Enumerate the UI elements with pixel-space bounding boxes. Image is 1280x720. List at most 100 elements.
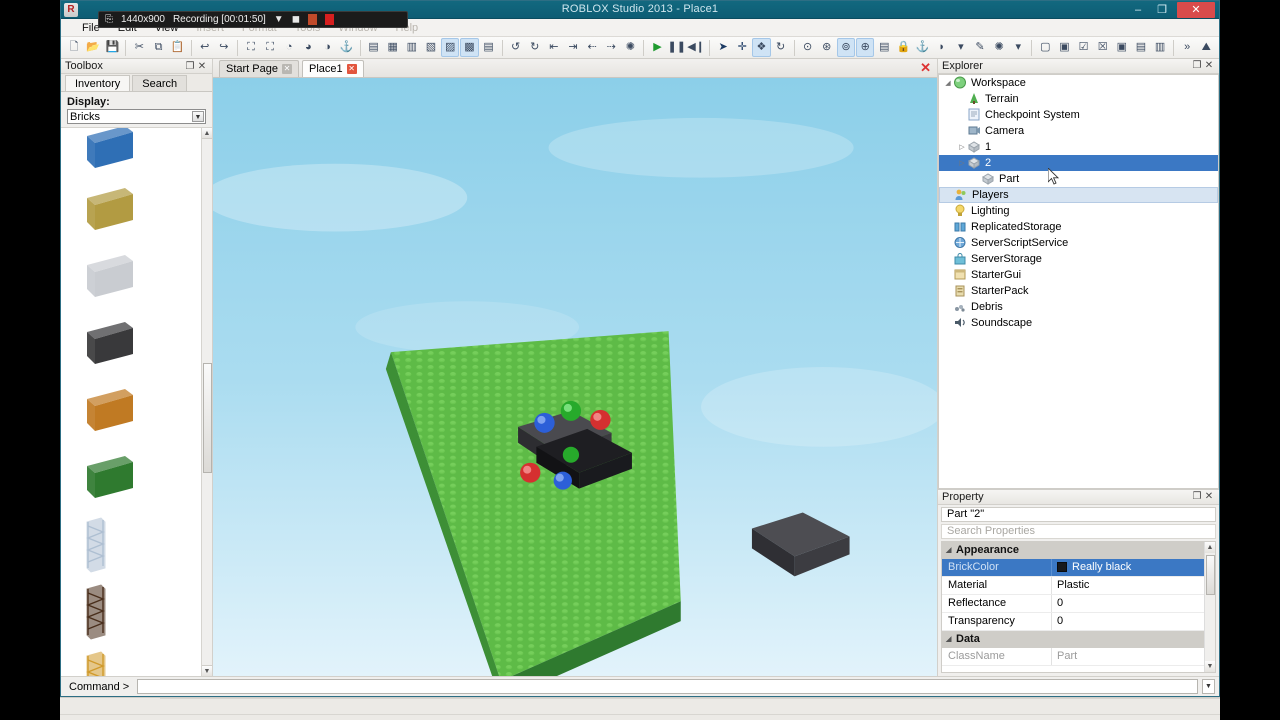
chevron-down-icon[interactable]: ▼ [274,14,284,25]
output-icon[interactable]: ▧ [422,38,440,57]
rotate-tool-icon[interactable]: ↻ [772,38,790,57]
property-float-button[interactable]: ❐ [1191,491,1203,502]
explorer-item-debris[interactable]: Debris [939,299,1218,315]
separate-icon[interactable]: ◑ [318,38,336,57]
color-picker-icon[interactable]: ◗ [933,38,951,57]
maximize-button[interactable]: ❐ [1151,2,1173,18]
property-value-cell[interactable]: Plastic [1052,579,1215,591]
surface-hinge-icon[interactable]: ▥ [1151,38,1169,57]
property-search-input[interactable]: Search Properties [941,523,1216,539]
property-value-cell[interactable]: Really black [1052,561,1215,573]
nudge-left-icon[interactable]: ⇠ [583,38,601,57]
property-grid[interactable]: ◢ Appearance BrickColor Really black Materia… [941,540,1216,673]
close-view-button[interactable]: ✕ [920,61,931,75]
silver-truss[interactable] [83,516,109,577]
play-icon[interactable]: ▶ [648,38,666,57]
toolbox-scroll-thumb[interactable] [203,363,212,473]
part-icon[interactable]: ▤ [875,38,893,57]
property-value-cell[interactable]: Part [1052,650,1215,662]
green-brick[interactable] [83,452,137,507]
group-twisty-icon[interactable]: ◢ [946,635,956,643]
pause-icon[interactable]: ❚❚ [668,38,686,57]
recorder-window-icon[interactable]: ⎘ [105,14,113,25]
gold-brick[interactable] [83,184,137,239]
property-scroll-thumb[interactable] [1206,554,1215,595]
surface-smooth-icon[interactable]: ▢ [1036,38,1054,57]
paint-icon[interactable]: ✎ [971,38,989,57]
expand-twisty-icon[interactable]: ◢ [943,79,953,87]
surface-studs-icon[interactable]: ☒ [1094,38,1112,57]
surface-universal-icon[interactable]: ▤ [1132,38,1150,57]
view-toolbar-icon[interactable]: ▤ [365,38,383,57]
toolbox-close-button[interactable]: ✕ [196,61,208,72]
paste-icon[interactable]: 📋 [169,38,187,57]
explorer-item-starterpack[interactable]: StarterPack [939,283,1218,299]
toolbox-tab-search[interactable]: Search [132,75,188,91]
material-icon[interactable]: ⊕ [856,38,875,57]
property-row-classname[interactable]: ClassName Part [942,647,1215,666]
explorer-item-soundscape[interactable]: Soundscape [939,315,1218,331]
anchor-icon[interactable]: ⚓ [914,38,932,57]
open-file-icon[interactable]: 📂 [84,38,102,57]
effects-icon[interactable]: ✺ [621,38,639,57]
property-value-cell[interactable]: 0 [1052,615,1215,627]
cut-icon[interactable]: ✂ [130,38,148,57]
grid-icon[interactable]: ▨ [441,38,460,57]
save-icon[interactable]: 💾 [103,38,121,57]
property-row-brickcolor[interactable]: BrickColor Really black [942,558,1215,577]
group-twisty-icon[interactable]: ◢ [946,546,956,554]
property-scroll-up[interactable]: ▲ [1205,541,1215,553]
chevron-down-icon[interactable]: ▼ [192,111,204,122]
surface-weld-icon[interactable]: ☑ [1074,38,1092,57]
explorer-item-players[interactable]: Players [939,186,1218,203]
explorer-item-lighting[interactable]: Lighting [939,203,1218,219]
gold-truss[interactable] [83,650,109,676]
wood-brick[interactable] [83,385,137,440]
scroll-up-arrow[interactable]: ▲ [202,128,212,139]
toolbox-float-button[interactable]: ❐ [184,61,196,72]
scale-tool-icon[interactable]: ❖ [752,38,771,57]
explorer-item-part[interactable]: Part [939,171,1218,187]
material-picker-icon[interactable]: ✺ [990,38,1008,57]
lock-icon[interactable]: 🔒 [894,38,912,57]
explorer-item-startergui[interactable]: StarterGui [939,267,1218,283]
command-history-caret-icon[interactable]: ▼ [1202,679,1215,694]
explorer-item-replicatedstorage[interactable]: ReplicatedStorage [939,219,1218,235]
property-group-data[interactable]: ◢ Data [942,630,1215,648]
command-input[interactable] [137,679,1198,694]
minimize-button[interactable]: – [1127,2,1149,18]
document-tab-start-page[interactable]: Start Page ✕ [219,60,299,77]
explorer-item-2[interactable]: ▷ 2 [939,154,1218,171]
white-brick[interactable] [83,251,137,306]
property-group-appearance[interactable]: ◢ Appearance [942,541,1215,559]
material-caret-icon[interactable]: ▾ [1009,38,1027,57]
rotate-left-icon[interactable]: ↺ [507,38,525,57]
redo-icon[interactable]: ↪ [215,38,233,57]
toolbox-scrollbar[interactable]: ▲ ▼ [201,128,212,676]
toolbox-tab-inventory[interactable]: Inventory [65,75,131,91]
surface-icon[interactable]: ⊚ [836,38,856,57]
new-file-icon[interactable]: 🗋 [65,38,83,57]
explorer-item-terrain[interactable]: Terrain [939,91,1218,107]
undo-icon[interactable]: ↩ [196,38,214,57]
nudge-right-icon[interactable]: ⇢ [602,38,620,57]
rotate-right-icon[interactable]: ↻ [526,38,544,57]
property-value-cell[interactable]: 0 [1052,597,1215,609]
property-scrollbar[interactable]: ▲ ▼ [1204,541,1215,672]
close-tab-icon[interactable]: ✕ [346,64,357,74]
move-back-icon[interactable]: ⇤ [545,38,563,57]
surface-inlet-icon[interactable]: ▣ [1113,38,1131,57]
properties-icon[interactable]: ▥ [403,38,421,57]
explorer-tree[interactable]: ◢ Workspace Terrain Checkpoint System Camera… [938,73,1219,489]
ungroup-icon[interactable]: ⛶ [261,38,279,57]
move-fwd-icon[interactable]: ⇥ [564,38,582,57]
blue-brick[interactable] [83,128,137,177]
explorer-float-button[interactable]: ❐ [1191,60,1203,71]
explorer-item-checkpoint-system[interactable]: Checkpoint System [939,107,1218,123]
property-close-button[interactable]: ✕ [1203,491,1215,502]
anchor-tool-icon[interactable]: ⚓ [337,38,355,57]
3d-viewport[interactable] [213,78,937,676]
copy-icon[interactable]: ⧉ [149,38,167,57]
property-row-reflectance[interactable]: Reflectance 0 [942,594,1215,613]
stop-icon[interactable]: ◀❙ [687,38,705,57]
